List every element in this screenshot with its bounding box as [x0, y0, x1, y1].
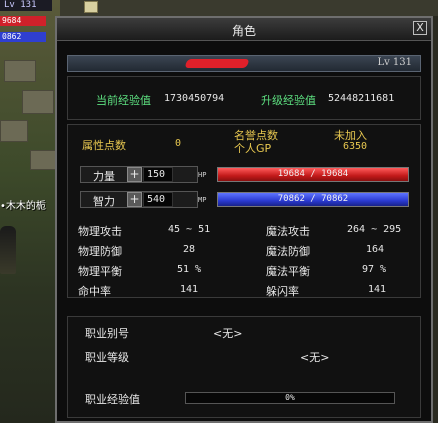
physical-balance-value: 51 % — [177, 264, 202, 275]
window-title: 角色 — [231, 24, 256, 38]
hp-bar-text: 19684 / 19684 — [277, 169, 349, 179]
job-title-label: 职业别号 — [85, 327, 129, 340]
intellect-value: 540 — [143, 192, 173, 207]
dodge-rate-label: 躲闪率 — [266, 285, 299, 298]
magic-balance-value: 97 % — [362, 264, 387, 275]
attributes-panel: 属性点数 0 名誉点数 未加入 个人GP 6350 力量 + 150 HP 19… — [67, 124, 421, 298]
intellect-label: 智力 — [93, 195, 115, 208]
strength-plus-button[interactable]: + — [127, 167, 142, 182]
personal-gp-value: 6350 — [343, 141, 368, 152]
intellect-plus-button[interactable]: + — [127, 192, 142, 207]
strength-label: 力量 — [93, 170, 115, 183]
hit-rate-value: 141 — [180, 284, 199, 295]
job-level-label: 职业等级 — [85, 351, 129, 364]
dodge-rate-value: 141 — [368, 284, 387, 295]
current-exp-label: 当前经验值 — [96, 94, 151, 107]
magic-attack-value: 264 ~ 295 — [347, 224, 402, 235]
next-exp-value: 52448211681 — [328, 93, 395, 104]
job-title-value: <无> — [213, 327, 243, 340]
job-exp-bar: 0% — [185, 392, 395, 404]
hp-tag: HP — [198, 171, 207, 179]
hit-rate-label: 命中率 — [78, 285, 111, 298]
job-exp-bar-text: 0% — [285, 393, 295, 402]
physical-attack-label: 物理攻击 — [78, 225, 122, 238]
magic-defense-label: 魔法防御 — [266, 245, 310, 258]
mp-bar-text: 70862 / 70862 — [277, 194, 349, 204]
strength-value: 150 — [143, 167, 173, 182]
stone-block — [30, 150, 58, 170]
mp-tag: MP — [198, 196, 207, 204]
hud-mp-bar: 0862 — [0, 32, 46, 42]
redacted-name-mark — [184, 59, 250, 68]
window-titlebar[interactable]: 角色 X — [57, 18, 431, 41]
character-window: 角色 X Lv 131 当前经验值 1730450794 升级经验值 52448… — [55, 16, 433, 423]
hp-bar: 19684 / 19684 — [217, 167, 409, 182]
npc-name[interactable]: •木木的栀 — [0, 197, 46, 212]
hud-hp-bar: 9684 — [0, 16, 46, 26]
magic-balance-label: 魔法平衡 — [266, 265, 310, 278]
close-button[interactable]: X — [413, 21, 427, 35]
job-panel: 职业别号 <无> 职业等级 <无> 职业经验值 0% — [67, 316, 421, 418]
current-exp-value: 1730450794 — [164, 93, 225, 104]
magic-attack-label: 魔法攻击 — [266, 225, 310, 238]
attribute-points-value: 0 — [175, 138, 182, 149]
attribute-points-label: 属性点数 — [82, 139, 126, 152]
magic-defense-value: 164 — [366, 244, 385, 255]
job-exp-label: 职业经验值 — [85, 393, 140, 406]
strength-stat-box: 力量 + 150 — [80, 166, 198, 183]
character-name-bar: Lv 131 — [67, 55, 421, 72]
game-scene-background: Lv 131 9684 0862 •木木的栀 — [0, 0, 60, 423]
physical-balance-label: 物理平衡 — [78, 265, 122, 278]
npc-figure[interactable] — [0, 226, 16, 274]
mp-bar: 70862 / 70862 — [217, 192, 409, 207]
experience-panel: 当前经验值 1730450794 升级经验值 52448211681 — [67, 76, 421, 120]
stone-block — [0, 120, 28, 142]
stone-block — [22, 90, 54, 114]
top-strip — [60, 0, 438, 16]
scroll-icon[interactable] — [84, 1, 98, 13]
hud-level: Lv 131 — [0, 0, 52, 11]
character-level: Lv 131 — [377, 57, 412, 68]
next-exp-label: 升级经验值 — [261, 94, 316, 107]
personal-gp-label: 个人GP — [234, 142, 272, 155]
physical-attack-value: 45 ~ 51 — [168, 224, 211, 235]
physical-defense-label: 物理防御 — [78, 245, 122, 258]
intellect-stat-box: 智力 + 540 — [80, 191, 198, 208]
physical-defense-value: 28 — [183, 244, 196, 255]
job-level-value: <无> — [300, 351, 330, 364]
stone-block — [4, 60, 36, 82]
